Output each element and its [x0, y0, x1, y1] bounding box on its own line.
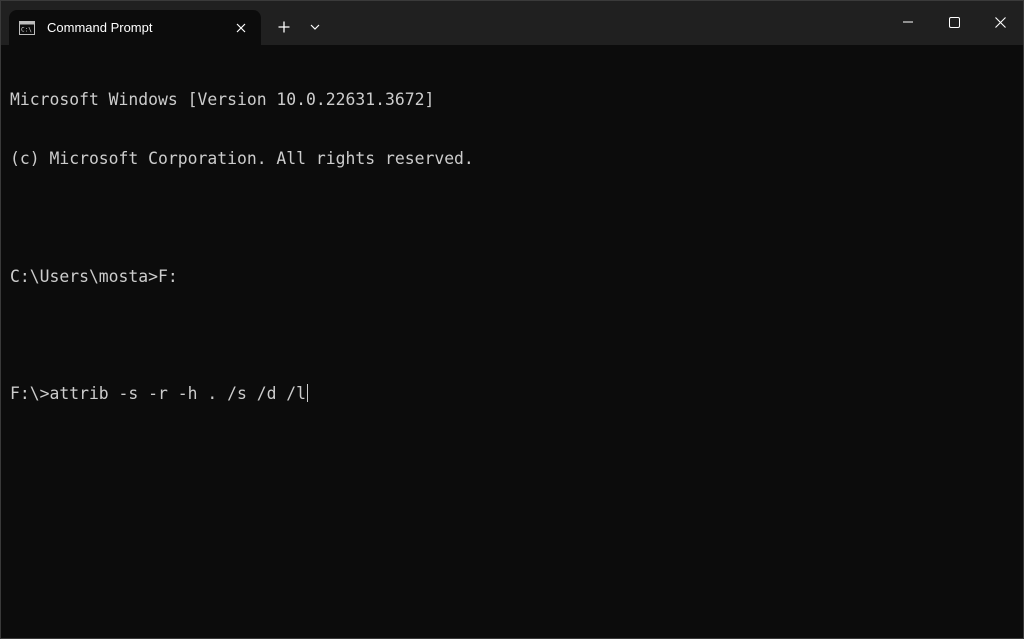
terminal-output[interactable]: Microsoft Windows [Version 10.0.22631.36… [10, 51, 1010, 631]
terminal-command-line[interactable]: F:\>attrib -s -r -h . /s /d /l [10, 384, 1010, 404]
terminal-command-text: F:\>attrib -s -r -h . /s /d /l [10, 384, 307, 404]
title-bar[interactable]: C:\ Command Prompt [1, 1, 1023, 45]
tab-title: Command Prompt [47, 20, 153, 35]
plus-icon [278, 21, 290, 33]
minimize-icon [903, 21, 913, 23]
window-controls [885, 1, 1023, 43]
text-cursor [307, 384, 309, 403]
terminal-line-version: Microsoft Windows [Version 10.0.22631.36… [10, 90, 435, 110]
command-prompt-window: C:\ Command Prompt Microsoft Windows [Ve… [0, 0, 1024, 639]
minimize-button[interactable] [885, 1, 931, 43]
tab-command-prompt[interactable]: C:\ Command Prompt [9, 10, 261, 45]
maximize-icon [948, 16, 960, 28]
svg-text:C:\: C:\ [21, 26, 32, 33]
close-button[interactable] [977, 1, 1023, 43]
tab-dropdown-button[interactable] [301, 13, 329, 41]
chevron-down-icon [310, 24, 320, 30]
terminal-line-copyright: (c) Microsoft Corporation. All rights re… [10, 148, 474, 168]
new-tab-button[interactable] [269, 13, 299, 41]
maximize-button[interactable] [931, 1, 977, 43]
close-icon [994, 16, 1006, 28]
close-icon [236, 23, 246, 32]
terminal-icon: C:\ [19, 20, 35, 35]
tab-close-button[interactable] [227, 14, 255, 42]
terminal-line-drive-switch: C:\Users\mosta>F: [10, 266, 178, 286]
